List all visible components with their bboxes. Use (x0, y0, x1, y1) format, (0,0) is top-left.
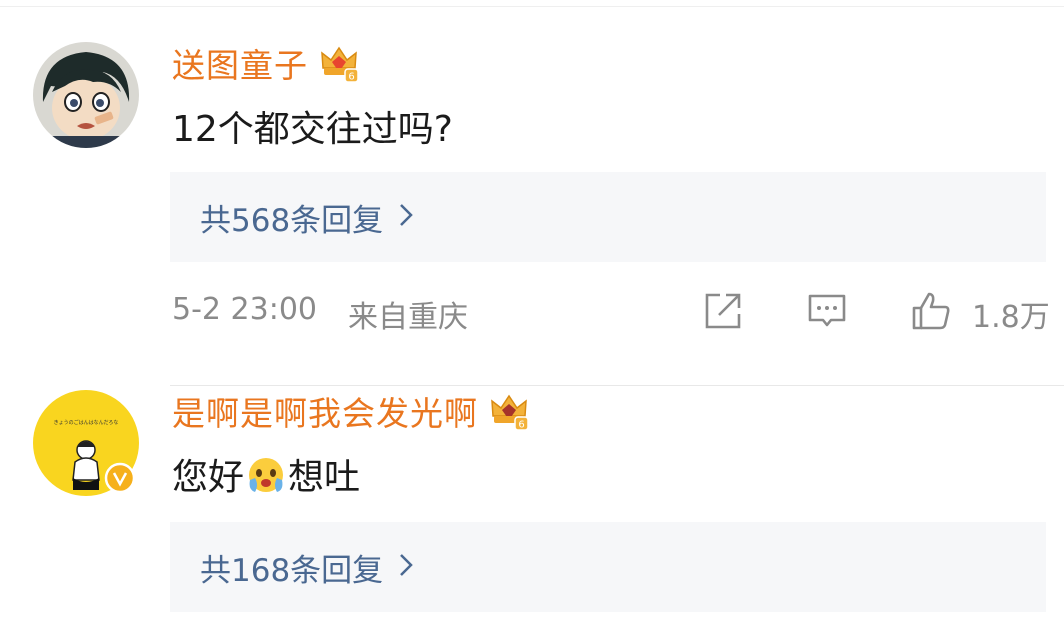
comment-meta: 5-2 23:00 来自重庆 1.8万 (172, 288, 1052, 335)
top-divider (0, 6, 1064, 7)
svg-text:6: 6 (518, 420, 524, 431)
username[interactable]: 是啊是啊我会发光啊 (172, 387, 478, 435)
verified-badge-icon (104, 462, 136, 494)
comment-text-part: 您好 (172, 457, 245, 498)
comment-text: 您好 想吐 (172, 448, 360, 500)
comment-icon[interactable] (806, 290, 848, 332)
comment-text-part: 想吐 (288, 457, 361, 498)
replies-count: 共168条回复 (200, 552, 384, 589)
location: 来自重庆 (348, 300, 468, 335)
chevron-right-icon (399, 550, 413, 585)
replies-count: 共568条回复 (200, 202, 384, 239)
replies-link[interactable]: 共568条回复 (170, 172, 1046, 262)
svg-text:6: 6 (348, 72, 354, 83)
chevron-right-icon (399, 200, 413, 235)
timestamp: 5-2 23:00 (172, 292, 317, 327)
replies-link[interactable]: 共168条回复 (170, 522, 1046, 612)
like-count: 1.8万 (972, 300, 1050, 335)
comment-text-content: 12个都交往过吗? (172, 109, 453, 150)
share-icon[interactable] (702, 290, 744, 332)
face-emoji-icon (246, 454, 286, 494)
comment-text: 12个都交往过吗? (172, 100, 453, 152)
crown-badge-icon: 6 (488, 390, 530, 432)
like-icon[interactable] (910, 290, 952, 332)
avatar-caption: きょうのごはんはなんだろな (54, 419, 119, 426)
avatar[interactable] (33, 42, 139, 148)
crown-badge-icon: 6 (318, 42, 360, 84)
username[interactable]: 送图童子 (172, 39, 308, 87)
